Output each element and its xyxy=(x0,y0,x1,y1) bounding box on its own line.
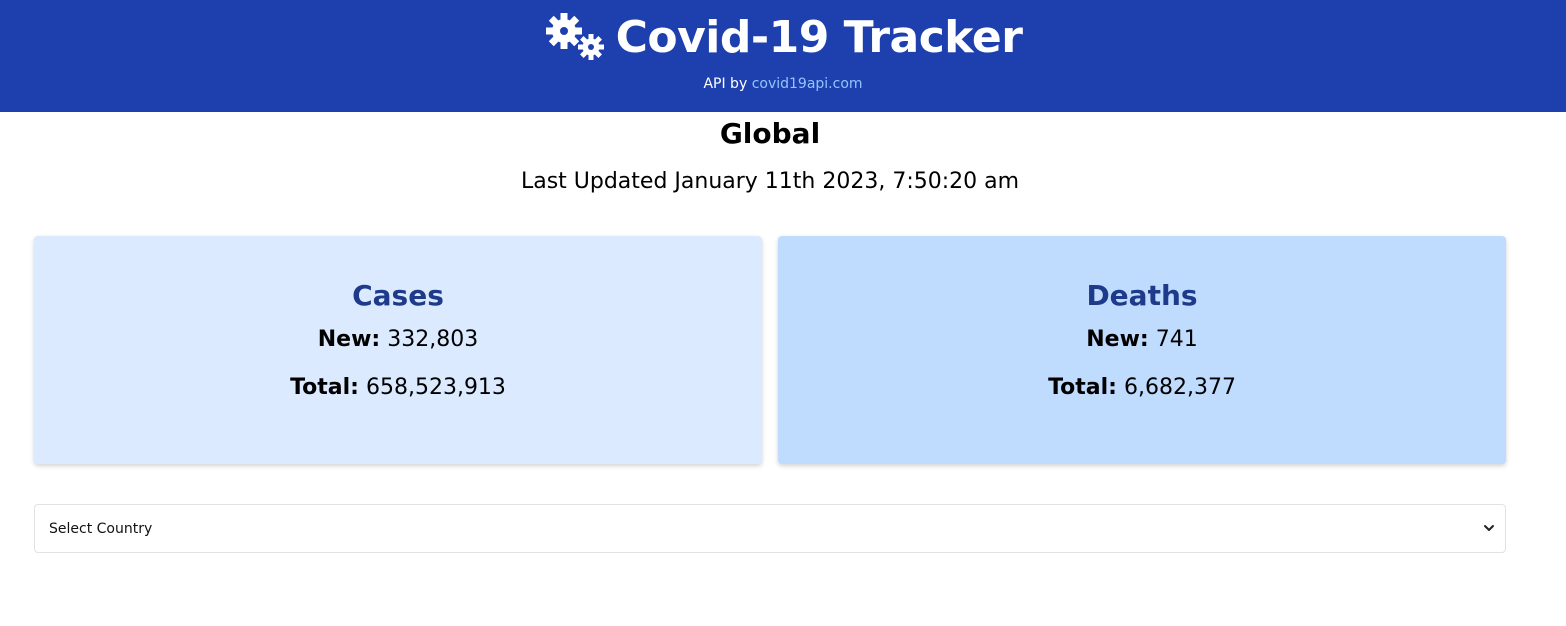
country-select-wrapper: Select Country xyxy=(34,504,1506,553)
cases-total: Total: 658,523,913 xyxy=(34,372,762,404)
api-link[interactable]: covid19api.com xyxy=(752,76,863,92)
stats-cards: Cases New: 332,803 Total: 658,523,913 De… xyxy=(34,236,1506,464)
section-title: Global xyxy=(719,117,821,150)
title-row: Covid-19 Tracker xyxy=(0,10,1566,66)
cases-total-value: 658,523,913 xyxy=(365,375,506,400)
gears-icon xyxy=(545,13,604,60)
api-credit-prefix: API by xyxy=(703,76,752,92)
deaths-card-title: Deaths xyxy=(1086,279,1198,312)
deaths-total-value: 6,682,377 xyxy=(1123,375,1236,400)
deaths-new-label: New: xyxy=(1086,327,1149,352)
deaths-new-value: 741 xyxy=(1155,327,1198,352)
deaths-total-label: Total: xyxy=(1048,375,1117,400)
last-updated-text: Last Updated January 11th 2023, 7:50:20 … xyxy=(520,169,1020,194)
cases-new-label: New: xyxy=(317,327,381,352)
api-credit: API by covid19api.com xyxy=(0,74,1566,94)
app-header: Covid-19 Tracker API by covid19api.com xyxy=(0,0,1566,112)
app-title: Covid-19 Tracker xyxy=(615,12,1023,63)
cases-new: New: 332,803 xyxy=(34,324,762,356)
country-select[interactable]: Select Country xyxy=(35,505,1505,552)
cases-new-value: 332,803 xyxy=(387,327,479,352)
deaths-total: Total: 6,682,377 xyxy=(778,372,1506,404)
cases-total-label: Total: xyxy=(290,375,359,400)
deaths-new: New: 741 xyxy=(778,324,1506,356)
cases-card-title: Cases xyxy=(352,279,444,312)
cases-card: Cases New: 332,803 Total: 658,523,913 xyxy=(34,236,762,464)
deaths-card: Deaths New: 741 Total: 6,682,377 xyxy=(778,236,1506,464)
